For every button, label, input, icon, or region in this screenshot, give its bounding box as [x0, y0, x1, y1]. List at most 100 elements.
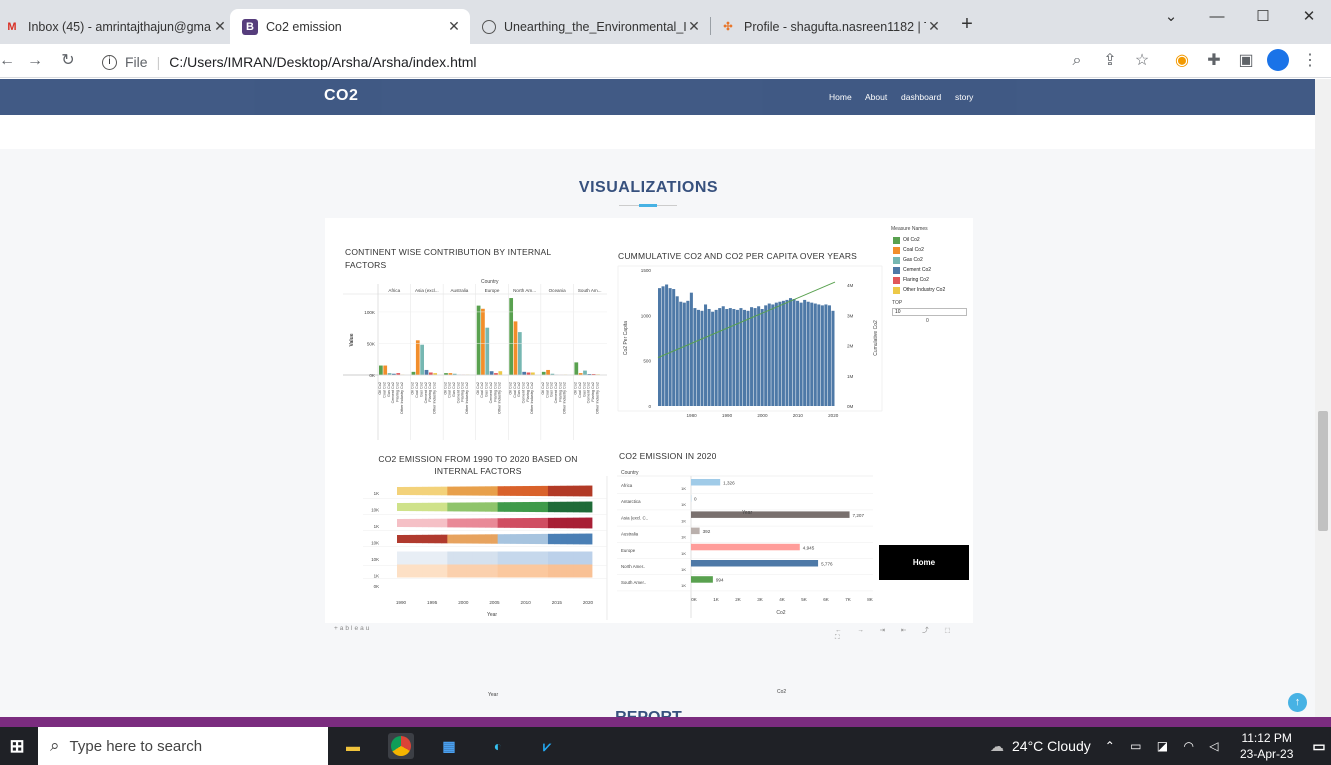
panel3-heat-cell	[579, 564, 587, 578]
tab-tableau-profile[interactable]: ✣ Profile - shagufta.nasreen1182 | T ✕	[712, 9, 948, 44]
legend-label: Gas Co2	[903, 257, 923, 263]
panel2-y-tick: 1500	[641, 268, 652, 273]
back-icon[interactable]: ←	[0, 50, 18, 72]
legend-item[interactable]: Other Industry Co2	[893, 285, 973, 295]
panel2-y2-tick: 2M	[847, 344, 854, 349]
bookmark-star-icon[interactable]: ☆	[1131, 50, 1153, 72]
forward-icon[interactable]: →	[24, 50, 46, 72]
panel2-bar	[781, 300, 785, 406]
side-panel-icon[interactable]: ▣	[1235, 50, 1257, 72]
windows-start-icon[interactable]: ⊞	[4, 733, 30, 759]
clock[interactable]: 11:12 PM 23-Apr-23	[1240, 730, 1293, 762]
legend-item[interactable]: Coal Co2	[893, 245, 973, 255]
taskbar-search[interactable]: ⌕ Type here to search	[38, 727, 328, 765]
tab-search-icon[interactable]: ⌄	[1160, 6, 1182, 28]
panel2-bar	[813, 303, 817, 406]
panel3-heat-cell	[485, 534, 492, 544]
panel3-heat-cell	[478, 486, 486, 496]
panel2-bar	[771, 304, 775, 406]
tab-unearthing[interactable]: Unearthing_the_Environmental_Ir ✕	[472, 9, 708, 44]
editor-status-strip	[0, 717, 1331, 727]
panel3-heat-cell	[478, 502, 486, 512]
tab-co2-emission[interactable]: B Co2 emission ✕	[230, 9, 470, 44]
panel3-row-tick: 0K	[374, 584, 379, 589]
panel3-heat-cell	[485, 486, 492, 496]
panel4-x-tick: 6K	[823, 597, 830, 602]
panel3-heat-cell	[453, 551, 461, 565]
panel3-heat-cell	[441, 564, 448, 578]
legend-item[interactable]: Gas Co2	[893, 255, 973, 265]
minimize-button[interactable]: —	[1206, 6, 1228, 28]
legend-label: Flaring Co2	[903, 277, 929, 283]
notifications-icon[interactable]: ▭	[1306, 733, 1331, 759]
address-bar[interactable]: i File | C:/Users/IMRAN/Desktop/Arsha/Ar…	[92, 48, 1052, 76]
tableau-toolbar-icons[interactable]: ← → ⇥ ⇤ ⤴ ⬚ ⛶	[835, 624, 973, 642]
zoom-icon[interactable]: ⌕	[1066, 50, 1088, 72]
panel2-bar	[704, 304, 708, 406]
microsoft-store-icon[interactable]: ▦	[436, 733, 462, 759]
top-slider-value[interactable]: 0	[926, 318, 929, 324]
legend-item[interactable]: Oil Co2	[893, 235, 973, 245]
panel1-y-tick: 50K	[367, 341, 376, 346]
panel3-heat-cell	[535, 564, 543, 578]
top-input[interactable]: 10	[892, 308, 967, 316]
panel1-bar	[415, 340, 420, 375]
tab-title: Co2 emission	[266, 19, 342, 34]
nav-dashboard[interactable]: dashboard	[901, 92, 941, 102]
panel3-heat-cell	[403, 551, 410, 565]
panel2-bar	[827, 305, 831, 406]
panel2-bar	[718, 308, 722, 406]
weather-text[interactable]: 24°C Cloudy	[1012, 738, 1091, 754]
panel3-heat-cell	[516, 534, 524, 544]
info-icon[interactable]: i	[102, 54, 117, 70]
file-explorer-icon[interactable]: ▬	[340, 733, 366, 759]
panel2-bar	[668, 288, 672, 406]
panel1-bar	[541, 371, 546, 375]
panel3-heat-cell	[554, 533, 561, 545]
legend-item[interactable]: Cement Co2	[893, 265, 973, 275]
legend-swatch	[893, 246, 900, 254]
home-button[interactable]: Home	[879, 545, 969, 580]
back-to-top-button[interactable]: ↑	[1288, 693, 1307, 712]
close-window-button[interactable]: ✕	[1298, 6, 1320, 28]
close-icon[interactable]: ✕	[926, 18, 942, 35]
panel3-heat-cell	[547, 517, 555, 529]
profile-avatar[interactable]	[1267, 49, 1289, 71]
panel2-y-tick: 0	[648, 404, 651, 409]
close-icon[interactable]: ✕	[686, 18, 702, 35]
panel4-data-label: 1,326	[723, 481, 735, 486]
panel1-bar	[517, 332, 522, 375]
panel2-bar	[831, 310, 835, 406]
page-scrollbar[interactable]	[1315, 79, 1331, 717]
vscode-icon[interactable]: ⩗	[534, 733, 560, 759]
dashboard-canvas: AfricaOil Co2 Coal Co2 Gas Co2 Cement Co2 Fl…	[343, 265, 883, 620]
panel3-heat-cell	[447, 502, 455, 512]
panel3-heat-cell	[560, 564, 568, 578]
close-icon[interactable]: ✕	[446, 18, 462, 35]
reload-icon[interactable]: ↻	[57, 50, 79, 72]
site-logo[interactable]: CO2	[324, 87, 358, 105]
gmail-icon: M	[7, 20, 17, 33]
tableau-dashboard[interactable]: Africa Oil Co2 Coal Co2 Gas Co2 Cement Co2 Fl…	[325, 218, 973, 698]
edge-icon[interactable]: ◐	[485, 733, 511, 759]
extension-orange-icon[interactable]: ◉	[1171, 50, 1193, 72]
new-tab-button[interactable]: +	[956, 13, 978, 35]
share-icon[interactable]: ⇪	[1099, 50, 1121, 72]
panel2-bar	[753, 308, 757, 406]
panel1-tick-label: Other Industry Co2	[498, 382, 502, 414]
nav-about[interactable]: About	[865, 92, 887, 102]
nav-home[interactable]: Home	[829, 92, 852, 102]
chrome-icon[interactable]	[388, 733, 414, 759]
scrollbar-thumb[interactable]	[1318, 411, 1328, 531]
extensions-puzzle-icon[interactable]: ✚	[1203, 50, 1225, 72]
panel3-heat-cell	[497, 518, 505, 528]
panel3-heat-cell	[585, 501, 593, 513]
panel3-heat-cell	[466, 534, 473, 544]
legend-item[interactable]: Flaring Co2	[893, 275, 973, 285]
nav-story[interactable]: story	[955, 92, 973, 102]
menu-kebab-icon[interactable]: ⋮	[1299, 50, 1321, 72]
tab-gmail[interactable]: M Inbox (45) - amrintajthajun@gma ✕	[0, 9, 228, 44]
maximize-button[interactable]: ☐	[1252, 6, 1274, 28]
tray-icons[interactable]: ⌃ ▭ ◪ ◠ ◁	[1105, 739, 1225, 753]
close-icon[interactable]: ✕	[212, 18, 228, 35]
